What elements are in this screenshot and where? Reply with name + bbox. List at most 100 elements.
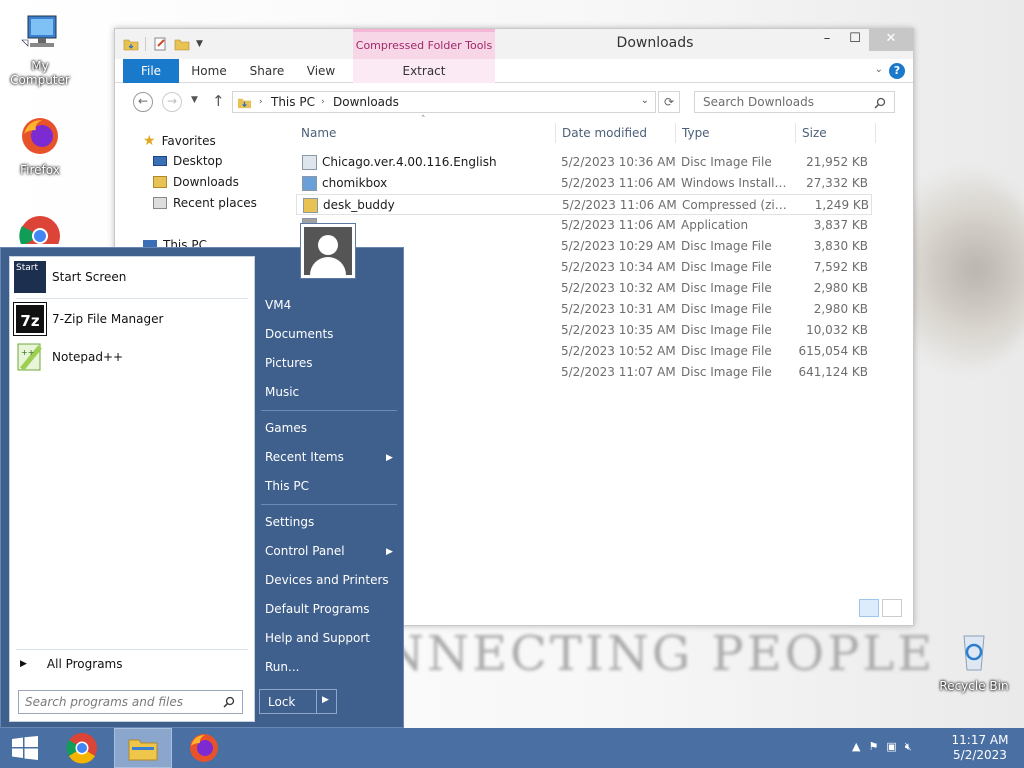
view-buttons [859, 599, 902, 617]
start-menu: Start Start Screen 7z 7-Zip File Manager… [0, 247, 404, 728]
desktop-icon-chrome[interactable] [0, 214, 80, 244]
lock-button[interactable]: Lock ▶ [259, 689, 337, 714]
power-options-arrow-icon[interactable]: ▶ [322, 695, 329, 705]
file-type: Disc Image File [681, 281, 772, 295]
chrome-icon [66, 733, 97, 764]
address-box[interactable]: › This PC › Downloads ⌄ [232, 91, 656, 113]
refresh-button[interactable]: ⟳ [658, 91, 680, 113]
start-link-help-and-support[interactable]: Help and Support [265, 631, 370, 645]
column-separator[interactable] [675, 123, 676, 143]
up-arrow-icon[interactable]: ↑ [212, 92, 225, 110]
column-separator[interactable] [795, 123, 796, 143]
minimize-button[interactable]: – [813, 29, 841, 51]
nav-favorites[interactable]: ★ Favorites [143, 133, 216, 149]
file-type: Disc Image File [681, 323, 772, 337]
submenu-arrow-icon: ▶ [386, 453, 393, 463]
start-link-default-programs[interactable]: Default Programs [265, 602, 370, 616]
file-type: Disc Image File [681, 365, 772, 379]
taskbar-chrome[interactable] [54, 728, 110, 768]
file-date-modified: 5/2/2023 10:36 AM [561, 155, 676, 169]
taskbar-file-explorer[interactable] [114, 728, 172, 768]
forward-button[interactable]: → [162, 92, 182, 112]
desktop-icon [153, 156, 167, 166]
start-link-music[interactable]: Music [265, 385, 299, 399]
file-date-modified: 5/2/2023 11:06 AM [562, 198, 677, 212]
start-link-control-panel[interactable]: Control Panel [265, 544, 345, 558]
tab-extract[interactable]: Extract [397, 59, 451, 83]
desktop-icon-my-computer[interactable]: My Computer [0, 10, 80, 87]
file-date-modified: 5/2/2023 11:06 AM [561, 176, 676, 190]
network-icon[interactable]: ▣ [886, 740, 896, 754]
tab-view[interactable]: View [301, 59, 341, 83]
large-icons-view-icon[interactable] [882, 599, 902, 617]
desktop-icon-firefox[interactable]: Firefox [0, 114, 80, 177]
action-center-flag-icon[interactable]: ⚑ [868, 740, 878, 754]
start-link-documents[interactable]: Documents [265, 327, 333, 341]
start-link-games[interactable]: Games [265, 421, 307, 435]
start-link-this-pc[interactable]: This PC [265, 479, 309, 493]
program-7zip[interactable]: 7z 7-Zip File Manager [13, 302, 163, 336]
program-start-screen[interactable]: Start Start Screen [14, 261, 126, 293]
column-header-name[interactable]: Name [301, 126, 336, 140]
tab-home[interactable]: Home [187, 59, 231, 83]
back-button[interactable]: ← [133, 92, 153, 112]
notepad-plus-plus-icon: ++ [17, 343, 42, 371]
details-view-icon[interactable] [859, 599, 879, 617]
maximize-button[interactable]: ☐ [841, 29, 869, 51]
nav-recent-places[interactable]: Recent places [153, 196, 257, 210]
tab-file[interactable]: File [123, 59, 179, 83]
user-avatar[interactable] [300, 223, 356, 279]
file-row[interactable]: Chicago.ver.4.00.116.English 5/2/2023 10:… [296, 152, 872, 173]
column-separator[interactable] [555, 123, 556, 143]
start-link-recent-items[interactable]: Recent Items [265, 450, 344, 464]
start-link-settings[interactable]: Settings [265, 515, 314, 529]
address-dropdown-icon[interactable]: ⌄ [641, 95, 649, 106]
taskbar-firefox[interactable] [176, 728, 232, 768]
svg-text:++: ++ [21, 348, 34, 357]
computer-icon [21, 15, 57, 47]
column-header-type[interactable]: Type [682, 126, 710, 140]
file-date-modified: 5/2/2023 11:06 AM [561, 218, 676, 232]
start-link-devices-and-printers[interactable]: Devices and Printers [265, 573, 389, 587]
clock[interactable]: 11:17 AM 5/2/2023 [944, 733, 1016, 763]
breadcrumb-downloads[interactable]: Downloads [333, 95, 399, 109]
file-date-modified: 5/2/2023 10:34 AM [561, 260, 676, 274]
column-separator[interactable] [875, 123, 876, 143]
separator [316, 690, 317, 713]
file-date-modified: 5/2/2023 10:52 AM [561, 344, 676, 358]
installer-icon [302, 176, 317, 191]
help-icon[interactable]: ? [889, 63, 905, 79]
close-button[interactable]: ✕ [869, 29, 913, 51]
firefox-icon [22, 118, 58, 154]
expand-ribbon-icon[interactable]: ⌄ [875, 64, 883, 75]
desktop-icon-label: Firefox [20, 163, 60, 177]
nav-desktop[interactable]: Desktop [153, 154, 223, 168]
start-link-vm4[interactable]: VM4 [265, 298, 291, 312]
file-row[interactable]: desk_buddy 5/2/2023 11:06 AM Compressed (z… [296, 194, 872, 215]
nav-downloads[interactable]: Downloads [153, 175, 239, 189]
recent-locations-icon[interactable]: ▼ [191, 95, 198, 105]
column-header-size[interactable]: Size [802, 126, 827, 140]
title-bar[interactable]: ▼ Compressed Folder Tools Downloads – ☐ … [115, 29, 913, 59]
tab-share[interactable]: Share [245, 59, 289, 83]
start-button[interactable] [0, 728, 56, 768]
search-input[interactable]: Search Downloads [694, 91, 895, 113]
file-row[interactable]: 5/2/2023 11:06 AM Application 3,837 KB [296, 215, 872, 236]
program-notepad-plus-plus[interactable]: ++ Notepad++ [14, 341, 123, 373]
breadcrumb-this-pc[interactable]: This PC [271, 95, 315, 109]
file-name: chomikbox [322, 176, 388, 190]
volume-muted-icon[interactable]: 🔇︎ [905, 740, 912, 754]
start-link-run[interactable]: Run... [265, 660, 299, 674]
show-hidden-icons-icon[interactable]: ▲ [852, 740, 860, 754]
start-link-pictures[interactable]: Pictures [265, 356, 313, 370]
column-header-date-modified[interactable]: Date modified [562, 126, 647, 140]
file-size: 2,980 KB [813, 302, 868, 316]
all-programs-button[interactable]: ▶ All Programs [20, 657, 123, 671]
file-type: Compressed (zipp... [682, 198, 794, 212]
file-size: 27,332 KB [806, 176, 868, 190]
file-row[interactable]: chomikbox 5/2/2023 11:06 AM Windows Instal… [296, 173, 872, 194]
start-search-input[interactable]: Search programs and files [18, 690, 243, 714]
desktop-icon-recycle-bin[interactable]: Recycle Bin [934, 630, 1014, 693]
system-tray: ▲ ⚑ ▣ 🔇︎ [852, 740, 912, 754]
file-size: 615,054 KB [798, 344, 868, 358]
